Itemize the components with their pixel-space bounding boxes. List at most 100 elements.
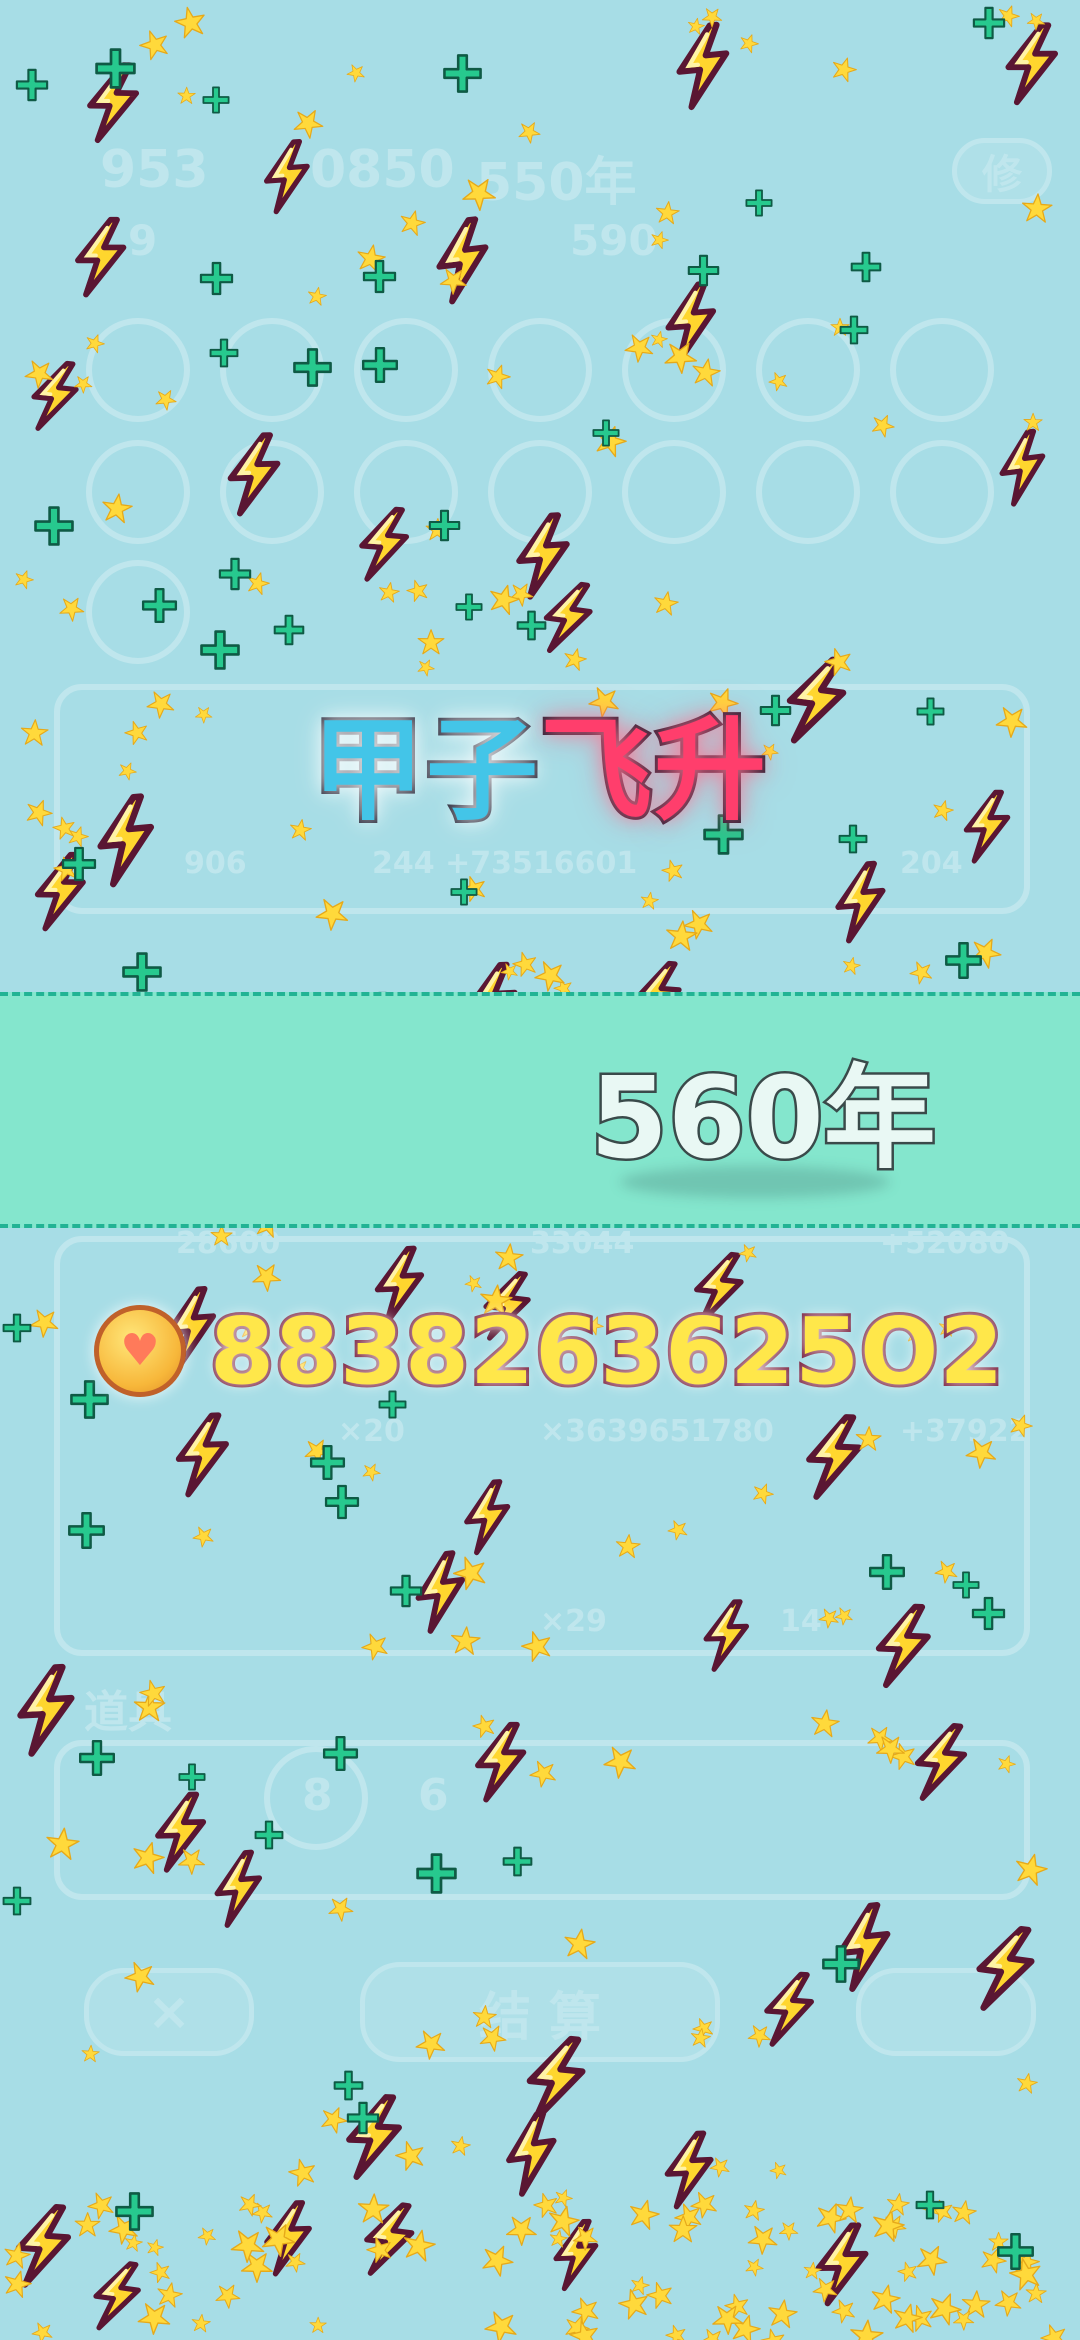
- lightning-bolt-icon: [364, 2202, 415, 2276]
- star-icon: [692, 358, 721, 387]
- star-icon: [1026, 12, 1046, 31]
- star-icon: [1014, 2249, 1040, 2276]
- star-icon: [285, 2252, 306, 2273]
- star-icon: [74, 376, 93, 394]
- star-icon: [952, 2310, 975, 2331]
- star-icon: [321, 2107, 348, 2134]
- plus-sparkle-icon: [68, 1512, 105, 1549]
- lightning-bolt-icon: [526, 2035, 586, 2124]
- star-icon: [934, 1560, 958, 1584]
- lightning-bolt-icon: [227, 432, 281, 517]
- star-icon: [831, 2299, 855, 2324]
- star-icon: [651, 231, 669, 250]
- lightning-bolt-icon: [914, 1722, 968, 1801]
- star-icon: [230, 2230, 265, 2264]
- star-icon: [102, 493, 133, 524]
- plus-sparkle-icon: [324, 1484, 360, 1520]
- star-icon: [366, 2236, 391, 2264]
- star-icon: [683, 909, 713, 940]
- lightning-bolt-icon: [415, 1550, 466, 1634]
- plus-sparkle-icon: [687, 254, 720, 287]
- star-icon: [357, 2193, 390, 2224]
- star-icon: [403, 2229, 436, 2262]
- star-icon: [261, 2224, 296, 2257]
- lightning-bolt-icon: [15, 2204, 72, 2288]
- star-icon: [596, 425, 627, 458]
- star-icon: [460, 875, 485, 903]
- plus-sparkle-icon: [592, 419, 620, 447]
- star-icon: [564, 648, 587, 671]
- star-icon: [315, 898, 349, 931]
- star-icon: [571, 2297, 599, 2326]
- star-icon: [965, 1438, 997, 1469]
- star-icon: [930, 2199, 953, 2223]
- star-icon: [631, 2276, 650, 2296]
- star-icon: [137, 2303, 171, 2335]
- star-icon: [1017, 2073, 1038, 2094]
- lightning-bolt-icon: [665, 280, 717, 365]
- star-icon: [724, 2293, 749, 2319]
- star-icon: [149, 2261, 170, 2284]
- star-icon: [811, 1709, 840, 1738]
- star-icon: [192, 1526, 214, 1548]
- star-icon: [133, 1841, 165, 1875]
- star-icon: [873, 2209, 905, 2242]
- star-icon: [961, 2290, 991, 2318]
- star-icon: [646, 2281, 672, 2309]
- star-icon: [655, 201, 680, 225]
- plus-sparkle-icon: [389, 1574, 423, 1608]
- star-icon: [529, 1760, 556, 1788]
- star-icon: [215, 2284, 241, 2309]
- star-icon: [760, 2328, 785, 2340]
- star-icon: [1008, 2257, 1041, 2291]
- plus-sparkle-icon: [745, 189, 773, 217]
- star-icon: [239, 2193, 262, 2217]
- lightning-bolt-icon: [359, 506, 410, 582]
- star-icon: [4, 2242, 31, 2269]
- star-icon: [971, 938, 1002, 969]
- star-icon: [4, 2270, 32, 2299]
- star-icon: [666, 920, 698, 951]
- star-icon: [651, 330, 668, 348]
- plus-sparkle-icon: [362, 259, 397, 294]
- star-icon: [74, 2212, 101, 2237]
- plus-sparkle-icon: [945, 942, 982, 979]
- star-icon: [700, 2328, 724, 2340]
- star-icon: [555, 2189, 573, 2208]
- star-icon: [709, 2157, 730, 2178]
- plus-sparkle-icon: [178, 1763, 206, 1791]
- star-icon: [288, 2158, 315, 2187]
- lightning-bolt-icon: [553, 2218, 599, 2292]
- plus-sparkle-icon: [115, 2192, 154, 2231]
- star-icon: [124, 1961, 155, 1993]
- star-icon: [178, 1849, 206, 1875]
- plus-sparkle-icon: [200, 630, 240, 670]
- star-icon: [251, 2202, 273, 2224]
- star-icon: [1021, 193, 1053, 223]
- star-icon: [533, 2192, 557, 2218]
- lightning-bolt-icon: [764, 1971, 815, 2047]
- coin-value: 8838263625O2: [207, 1295, 1006, 1408]
- star-icon: [981, 2247, 1007, 2274]
- lightning-bolt-icon: [703, 1599, 750, 1672]
- lightning-bolt-icon: [87, 62, 140, 144]
- star-icon: [690, 2027, 711, 2048]
- star-icon: [439, 268, 467, 295]
- star-icon: [640, 891, 659, 910]
- lightning-bolt-icon: [175, 1412, 229, 1498]
- star-icon: [745, 2258, 764, 2277]
- star-icon: [53, 856, 78, 882]
- star-icon: [133, 1691, 166, 1722]
- star-icon: [998, 5, 1020, 28]
- star-icon: [988, 2231, 1009, 2251]
- star-icon: [346, 64, 365, 83]
- star-icon: [929, 2293, 962, 2326]
- star-icon: [816, 2203, 847, 2234]
- star-icon: [1040, 2324, 1067, 2340]
- plus-sparkle-icon: [34, 506, 74, 546]
- lightning-bolt-icon: [464, 1479, 511, 1556]
- star-icon: [157, 2282, 183, 2308]
- star-icon: [534, 961, 565, 992]
- plus-sparkle-icon: [333, 2070, 364, 2101]
- star-icon: [509, 583, 534, 607]
